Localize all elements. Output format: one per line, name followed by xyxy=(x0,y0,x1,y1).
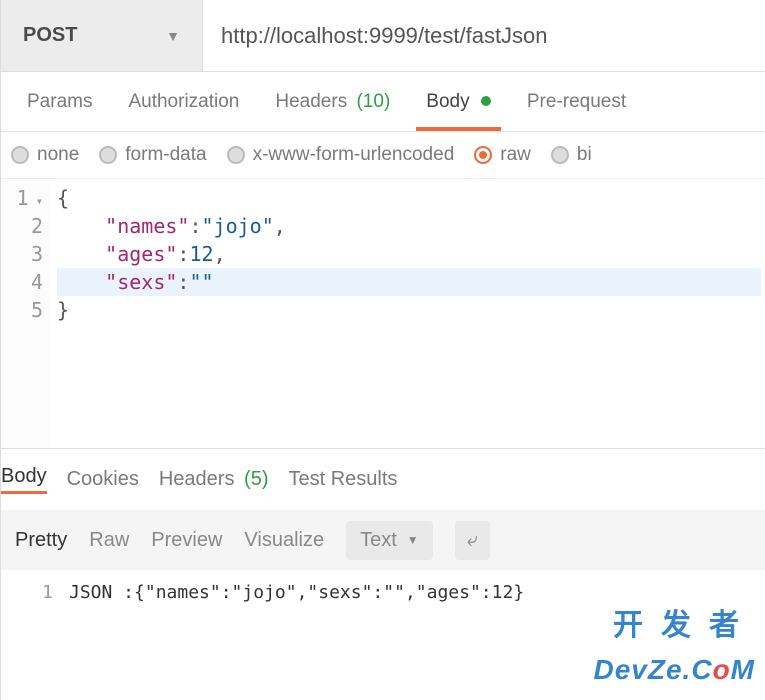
response-content[interactable]: JSON :{"names":"jojo","sexs":"","ages":1… xyxy=(69,582,765,603)
response-toolbar: Pretty Raw Preview Visualize Text ▼ ⤶ xyxy=(1,510,765,570)
tab-authorization[interactable]: Authorization xyxy=(110,74,257,130)
chevron-down-icon: ▼ xyxy=(166,28,180,44)
tab-body[interactable]: Body xyxy=(408,74,509,130)
wrap-lines-button[interactable]: ⤶ xyxy=(455,521,490,560)
view-pretty[interactable]: Pretty xyxy=(15,529,67,552)
view-visualize[interactable]: Visualize xyxy=(244,529,324,552)
line-number: 3 xyxy=(1,240,43,268)
response-tabs: Body Cookies Headers (5) Test Results xyxy=(1,449,765,510)
radio-icon xyxy=(551,146,569,164)
radio-icon xyxy=(227,146,245,164)
editor-code[interactable]: { "names":"jojo", "ages":12, "sexs":"" } xyxy=(49,179,765,448)
response-body: 1 JSON :{"names":"jojo","sexs":"","ages"… xyxy=(1,570,765,603)
body-type-row: none form-data x-www-form-urlencoded raw… xyxy=(1,132,765,179)
chevron-down-icon: ▼ xyxy=(407,533,419,547)
response-format-select[interactable]: Text ▼ xyxy=(346,521,433,560)
body-type-raw[interactable]: raw xyxy=(474,144,531,166)
response-tab-test-results[interactable]: Test Results xyxy=(288,468,397,491)
watermark-cn: 开发者 xyxy=(613,600,757,644)
status-dot-icon xyxy=(481,96,491,106)
tab-headers[interactable]: Headers (10) xyxy=(257,74,408,130)
radio-icon xyxy=(99,146,117,164)
response-tab-cookies[interactable]: Cookies xyxy=(67,468,139,491)
http-method-value: POST xyxy=(23,24,77,47)
line-number: 2 xyxy=(1,212,43,240)
view-preview[interactable]: Preview xyxy=(151,529,222,552)
response-tab-headers[interactable]: Headers (5) xyxy=(159,468,269,491)
view-raw[interactable]: Raw xyxy=(89,529,129,552)
headers-count: (10) xyxy=(356,91,390,112)
request-tabs: Params Authorization Headers (10) Body P… xyxy=(1,72,765,132)
editor-gutter: 1 2 3 4 5 xyxy=(1,179,49,448)
line-number: 4 xyxy=(1,268,43,296)
radio-icon xyxy=(474,146,492,164)
watermark-en: DevZe.CoM xyxy=(594,654,755,686)
body-type-x-www[interactable]: x-www-form-urlencoded xyxy=(227,144,455,166)
line-number: 5 xyxy=(1,296,43,324)
response-line-number: 1 xyxy=(1,582,69,603)
line-number: 1 xyxy=(1,184,43,212)
request-url-input[interactable] xyxy=(203,0,765,71)
http-method-select[interactable]: POST ▼ xyxy=(1,0,203,71)
tab-pre-request[interactable]: Pre-request xyxy=(509,74,644,130)
radio-icon xyxy=(11,146,29,164)
response-tab-body[interactable]: Body xyxy=(1,465,47,494)
body-type-form-data[interactable]: form-data xyxy=(99,144,206,166)
wrap-icon: ⤶ xyxy=(467,529,478,551)
response-headers-count: (5) xyxy=(244,468,268,490)
request-body-editor[interactable]: 1 2 3 4 5 { "names":"jojo", "ages":12, "… xyxy=(1,179,765,449)
tab-params[interactable]: Params xyxy=(9,74,110,130)
body-type-binary[interactable]: bi xyxy=(551,144,592,166)
body-type-none[interactable]: none xyxy=(11,144,79,166)
